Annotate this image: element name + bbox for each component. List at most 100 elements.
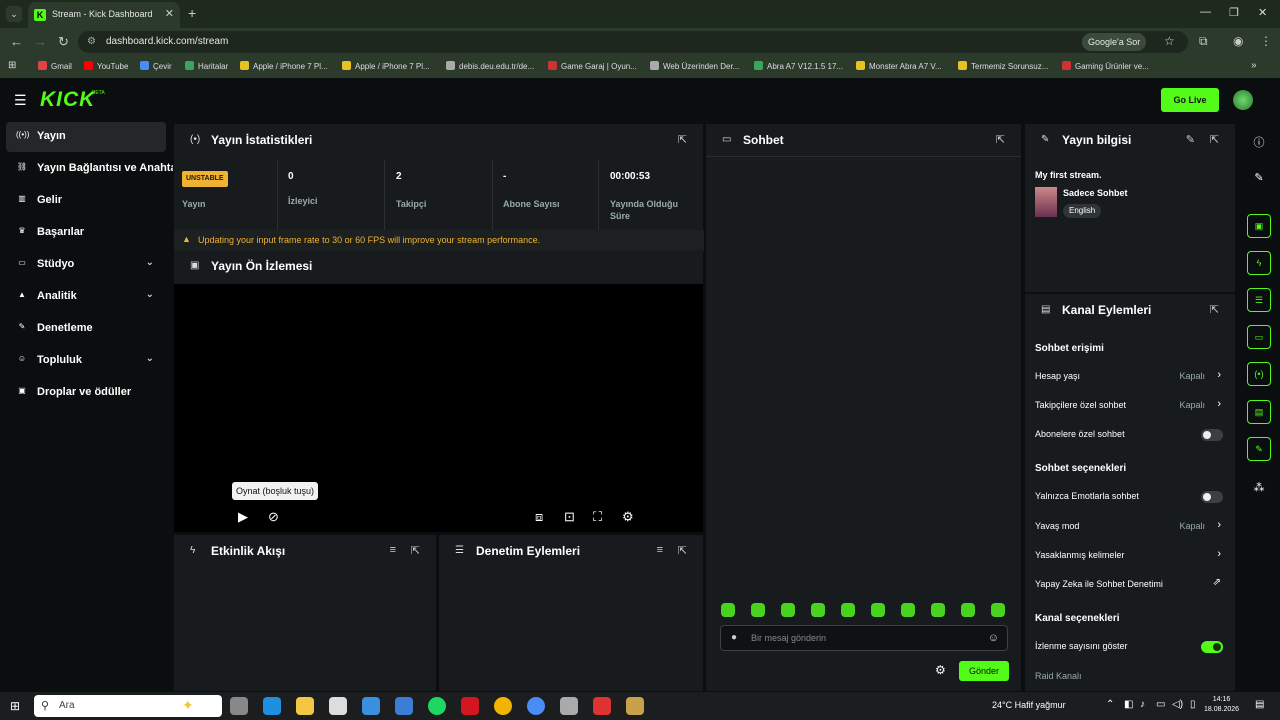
recorder-icon[interactable] [593,697,611,715]
restore-icon[interactable]: ❐ [1229,6,1239,19]
bookmark-item[interactable]: Apple / iPhone 7 Pl... [342,61,430,71]
chrome-icon[interactable] [494,697,512,715]
mute-icon[interactable]: ⊘ [268,509,279,525]
game-icon[interactable] [626,697,644,715]
back-icon[interactable]: ← [10,34,23,49]
vscode-icon[interactable] [362,697,380,715]
network-icon[interactable]: ▭ [1156,699,1165,710]
taskbar-clock[interactable]: 14:16 18.08.2026 [1204,695,1239,715]
user-avatar[interactable] [1233,90,1253,110]
bookmark-item[interactable]: debis.deu.edu.tr/de... [446,61,534,71]
filter-icon[interactable]: ≡ [657,544,663,556]
emote-icon[interactable] [721,603,735,617]
bookmark-item[interactable]: Haritalar [185,61,228,71]
minimize-icon[interactable]: — [1200,6,1211,18]
popout-icon[interactable]: ⇱ [1210,133,1219,146]
bookmark-item[interactable]: YouTube [84,61,128,71]
settings-icon[interactable]: ⚙ [622,509,634,525]
forward-icon[interactable]: → [34,34,47,49]
play-icon[interactable]: ▶ [238,509,248,525]
rail-preview-button[interactable]: ▣ [1247,214,1271,238]
rail-channel-actions-button[interactable]: ▤ [1247,400,1271,424]
popout-icon[interactable]: ⇱ [678,133,687,146]
slow-mode-row[interactable]: Yavaş mod Kapalı › [1035,518,1227,538]
rail-wrench-button[interactable]: ✎ [1247,437,1271,461]
extensions-icon[interactable]: ⧉ [1199,34,1208,49]
weather-widget[interactable]: 24°C Hafif yağmur [992,700,1066,710]
bookmark-item[interactable]: Gmail [38,61,72,71]
info-icon[interactable]: ⓘ [1250,134,1268,150]
popout-icon[interactable]: ⇱ [411,544,420,557]
sidebar-item[interactable]: ✎ Denetleme [6,314,166,344]
browser-tab[interactable]: K Stream - Kick Dashboard ✕ [28,2,180,28]
bookmark-item[interactable]: Gaming Ürünler ve... [1062,61,1149,71]
more-widgets-icon[interactable]: ⁂ [1250,481,1268,494]
ai-moderation-row[interactable]: Yapay Zeka ile Sohbet Denetimi ⇗ [1035,576,1227,596]
opera-icon[interactable] [461,697,479,715]
sidebar-item[interactable]: ▣ Droplar ve ödüller [6,378,166,408]
bookmark-item[interactable]: Apple / iPhone 7 Pl... [240,61,328,71]
banned-words-row[interactable]: Yasaklanmış kelimeler › [1035,547,1227,567]
microphone-icon[interactable]: ♪ [1140,699,1145,710]
bookmark-item[interactable]: Abra A7 V12.1.5 17... [754,61,843,71]
menu-icon[interactable]: ☰ [14,92,27,109]
followers-only-row[interactable]: Takipçilere özel sohbet Kapalı › [1035,397,1227,417]
emotes-only-toggle[interactable] [1201,491,1223,503]
windows-start-icon[interactable]: ⊞ [10,699,20,713]
bookmark-item[interactable]: Game Garaj | Oyun... [548,61,637,71]
rail-list-button[interactable]: ☰ [1247,288,1271,312]
tray-chevron-icon[interactable]: ⌃ [1106,699,1114,710]
site-info-icon[interactable]: ⚙ [87,36,96,47]
emote-icon[interactable] [991,603,1005,617]
pip-icon[interactable]: ⧈ [535,509,543,525]
send-button[interactable]: Gönder [959,661,1009,681]
emote-icon[interactable] [871,603,885,617]
sidebar-item[interactable]: ▲ Analitik ⌄ [6,282,166,312]
reload-icon[interactable]: ↻ [58,34,69,50]
emoji-icon[interactable]: ☺ [988,632,999,644]
google-ask-button[interactable]: Google'a Sor [1082,33,1147,51]
sidebar-item[interactable]: ▭ Stüdyo ⌄ [6,250,166,280]
emote-icon[interactable] [781,603,795,617]
emote-icon[interactable] [901,603,915,617]
address-bar[interactable]: ⚙ dashboard.kick.com/stream Google'a Sor… [78,31,1188,53]
bookmark-item[interactable]: Termemiz Sorunsuz... [958,61,1048,71]
browser-menu-icon[interactable]: ⋮ [1260,34,1272,48]
theater-icon[interactable]: ⊡ [564,509,575,525]
account-age-row[interactable]: Hesap yaşı Kapalı › [1035,368,1227,388]
profile-icon[interactable]: ◉ [1233,34,1243,48]
fullscreen-icon[interactable]: ⛶ [593,509,602,525]
close-window-icon[interactable]: ✕ [1258,6,1267,19]
bookmark-item[interactable]: Monster Abra A7 V... [856,61,942,71]
rail-broadcast-button[interactable]: (•) [1247,362,1271,386]
emote-icon[interactable] [841,603,855,617]
sidebar-item[interactable]: ♛ Başarılar [6,218,166,248]
popout-icon[interactable]: ⇱ [996,133,1005,146]
chat-settings-icon[interactable]: ⚙ [935,663,946,677]
battery-icon[interactable]: ▯ [1190,699,1196,710]
spotify-icon[interactable] [428,697,446,715]
emote-icon[interactable] [811,603,825,617]
edit-icon[interactable]: ✎ [1186,133,1195,146]
bookmark-star-icon[interactable]: ☆ [1164,34,1175,48]
file-explorer-icon[interactable] [296,697,314,715]
sidebar-item[interactable]: ▥ Gelir [6,186,166,216]
task-view-icon[interactable] [230,697,248,715]
rail-activity-button[interactable]: ϟ [1247,251,1271,275]
bookmark-item[interactable]: Çevir [140,61,172,71]
emote-icon[interactable] [931,603,945,617]
more-bookmarks-icon[interactable]: » [1251,60,1257,71]
raid-row[interactable]: Raid Kanalı [1035,668,1227,688]
edit-icon[interactable]: ✎ [1250,171,1268,184]
emote-icon[interactable] [751,603,765,617]
chat-input[interactable]: ● Bir mesaj gönderin ☺ [720,625,1008,651]
volume-icon[interactable]: ◁) [1172,699,1183,710]
tab-search-button[interactable]: ⌄ [6,6,22,22]
edge-icon[interactable] [263,697,281,715]
notification-icon[interactable]: ▤ [1255,699,1264,710]
popout-icon[interactable]: ⇱ [678,544,687,557]
subs-only-toggle[interactable] [1201,429,1223,441]
new-tab-button[interactable]: + [188,5,196,21]
kick-logo[interactable]: KICK [40,88,95,112]
sidebar-item[interactable]: ⛓ Yayın Bağlantısı ve Anahtarı [6,154,173,184]
